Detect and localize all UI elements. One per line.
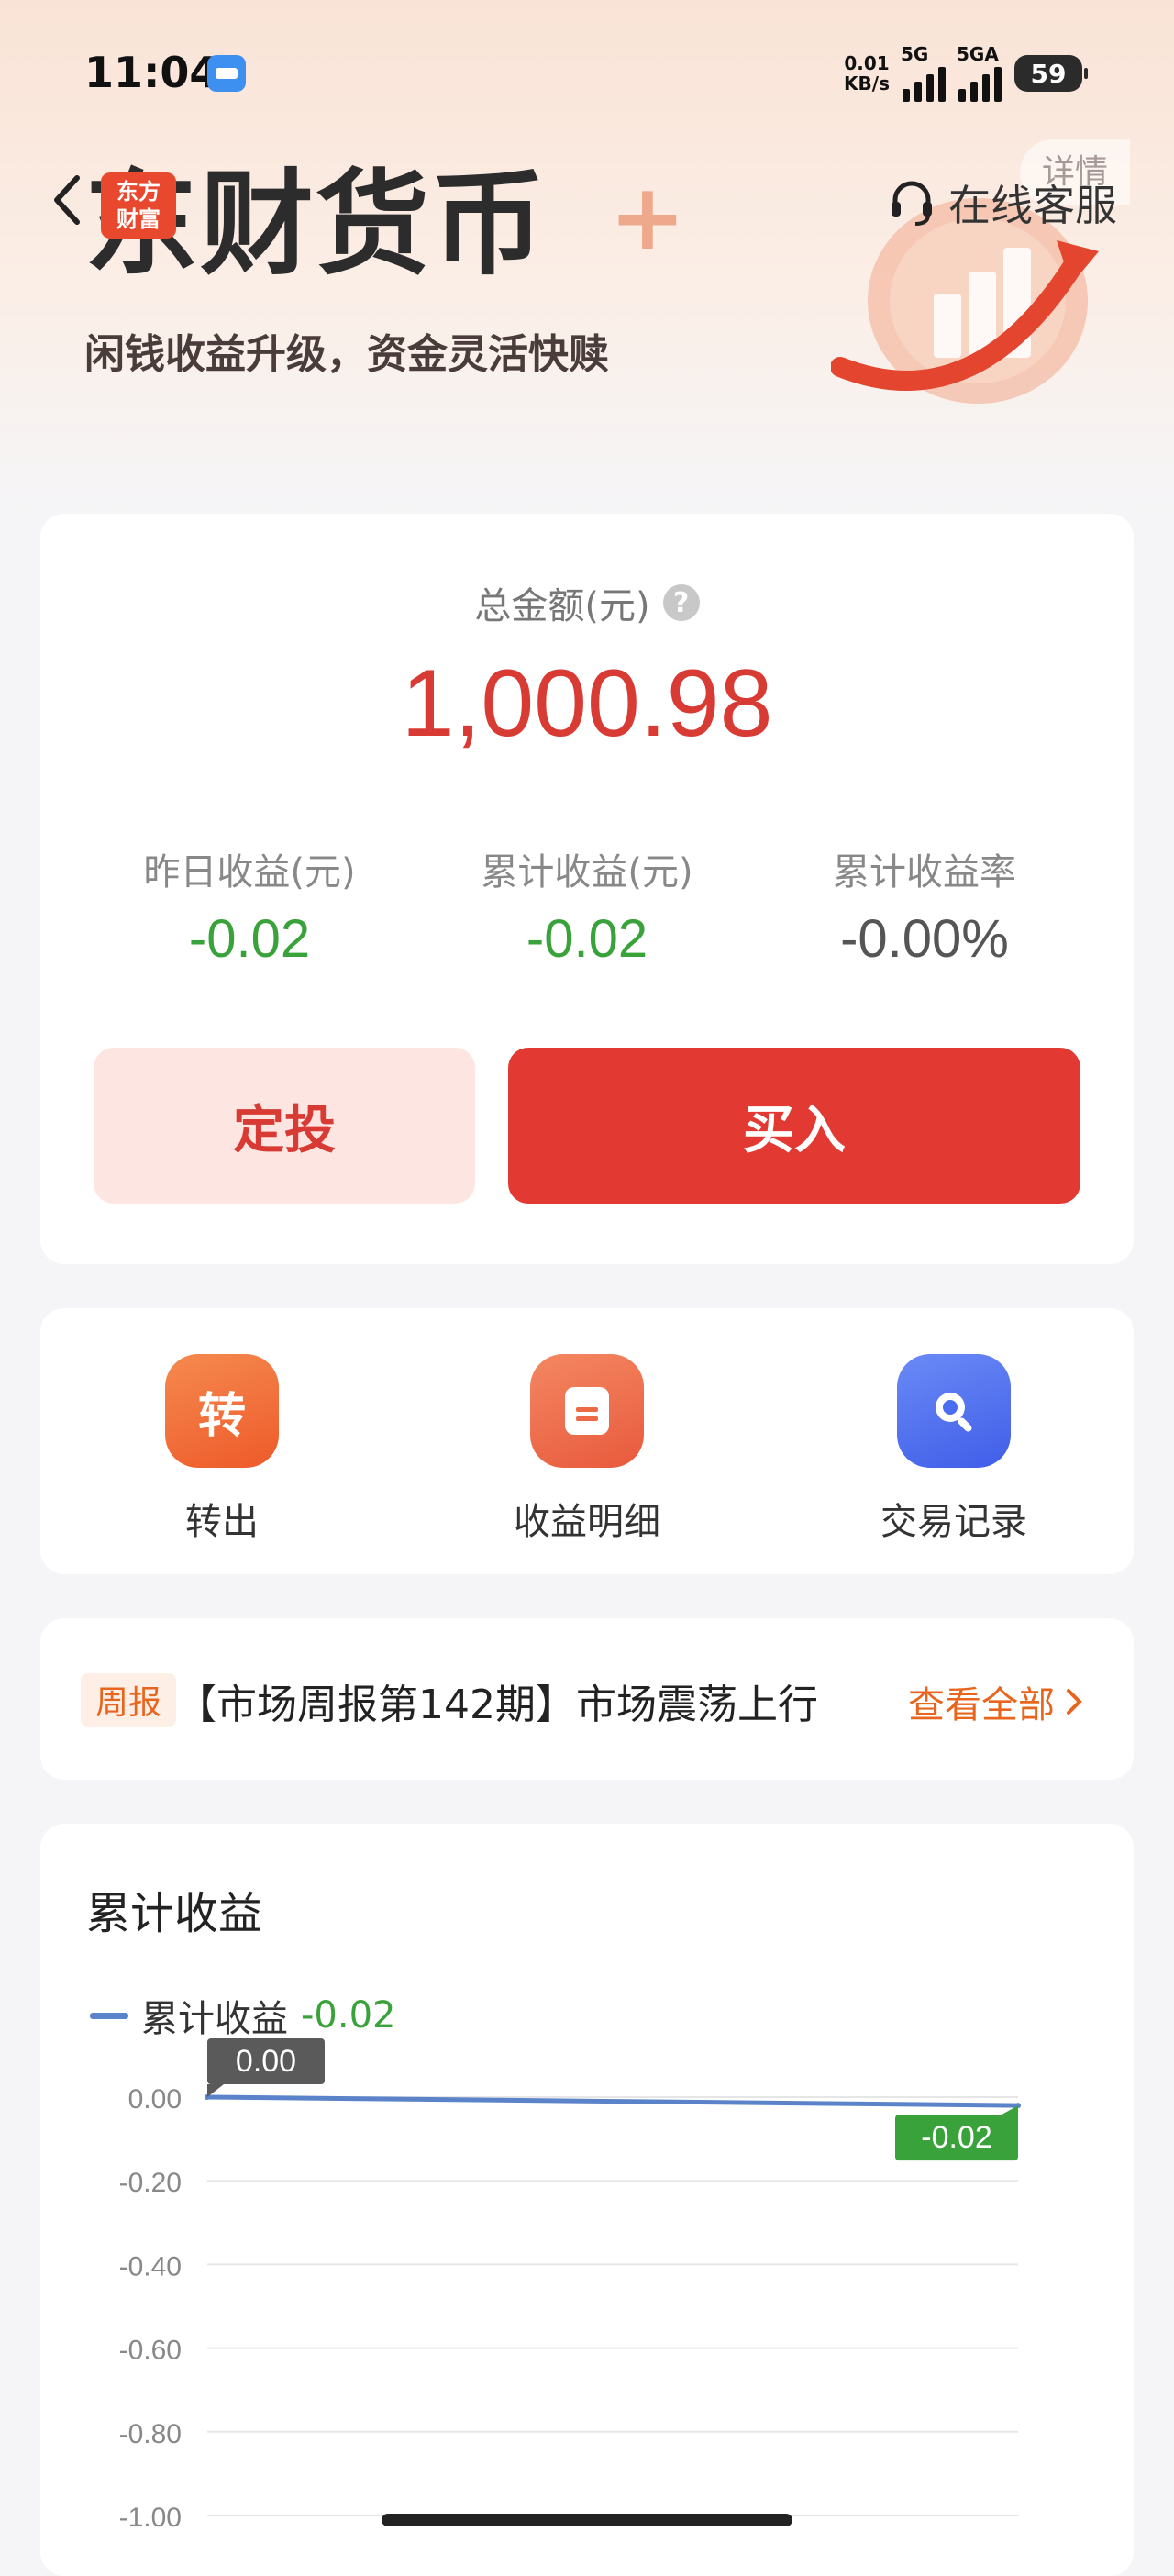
y-tick-label: -0.40 bbox=[119, 2251, 182, 2282]
start-data-label: 0.00 bbox=[236, 2044, 296, 2079]
end-data-label: -0.02 bbox=[921, 2120, 992, 2155]
y-tick-label: -0.20 bbox=[119, 2168, 182, 2198]
cumulative-income-chart: 0.00 -0.20 -0.40 -0.60 -0.80 -1.00 0.00 -0.02 bbox=[119, 2038, 1021, 2533]
y-tick-label: -1.00 bbox=[119, 2503, 182, 2533]
y-tick-label: 0.00 bbox=[128, 2084, 182, 2115]
home-indicator bbox=[382, 2514, 792, 2526]
y-tick-label: -0.80 bbox=[119, 2419, 182, 2449]
y-tick-label: -0.60 bbox=[119, 2336, 182, 2366]
series-line bbox=[206, 2094, 1019, 2108]
